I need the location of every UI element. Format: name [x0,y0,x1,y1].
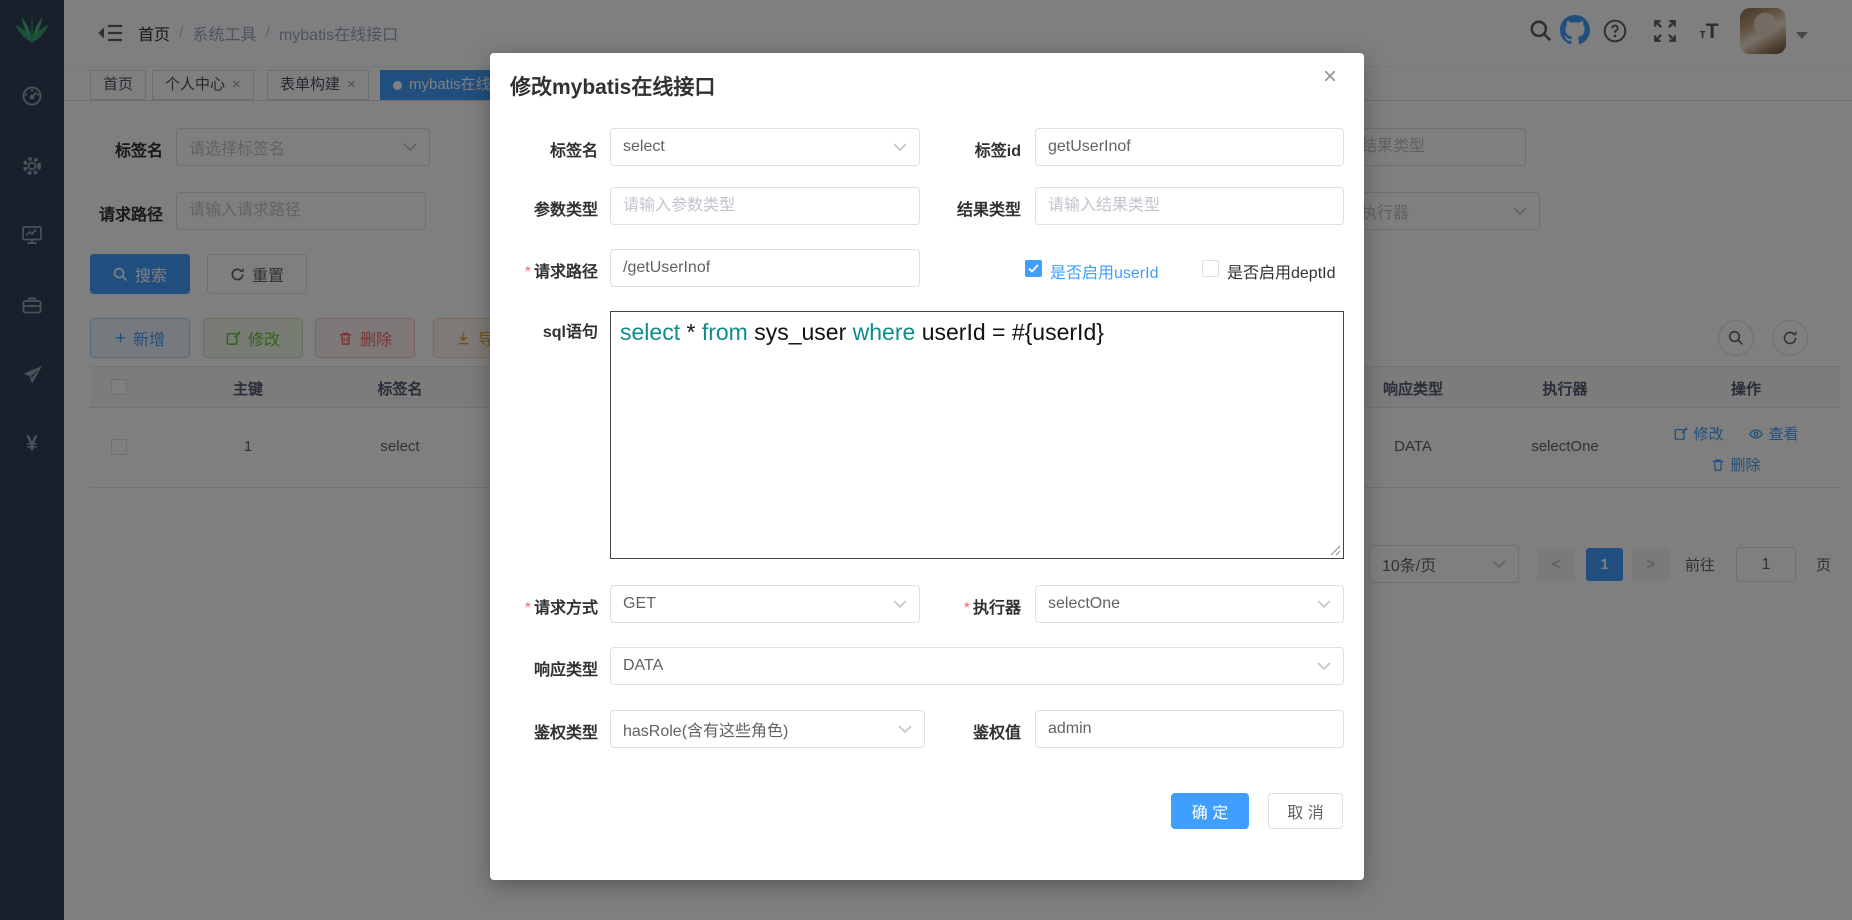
response-type-select[interactable]: DATA [610,647,1344,685]
tag-id-label: 标签id [913,137,1021,161]
required-mark: * [525,264,531,281]
dialog-close-icon[interactable]: × [1323,63,1337,91]
auth-type-label: 鉴权类型 [490,719,598,743]
auth-type-select[interactable]: hasRole(含有这些角色) [610,710,925,748]
chevron-down-icon [1317,600,1331,609]
sql-text: userId = #{userId} [915,319,1104,345]
enable-userid-label[interactable]: 是否启用userId [1050,259,1158,283]
label-text: 执行器 [973,600,1021,617]
enable-userid-checkbox[interactable] [1025,260,1042,277]
sql-text: * [680,319,702,345]
select-value: DATA [623,657,663,675]
sql-editor[interactable]: select * from sys_user where userId = #{… [610,311,1344,559]
select-value: GET [623,595,656,613]
sql-label: sql语句 [490,318,598,342]
response-type-label: 响应类型 [490,656,598,680]
result-type-label: 结果类型 [913,196,1021,220]
sql-keyword: from [702,319,748,345]
path-label: *请求路径 [490,258,598,282]
executor-select[interactable]: selectOne [1035,585,1344,623]
select-value: select [623,138,665,156]
chevron-down-icon [898,725,912,734]
chevron-down-icon [893,600,907,609]
required-mark: * [525,600,531,617]
edit-mybatis-dialog: 修改mybatis在线接口 × 标签名 select 标签id 参数类型 结果类… [490,53,1364,880]
required-mark: * [964,600,970,617]
app-root: ¥ 首页 / 系统工具 / mybatis在线接口 [0,0,1852,920]
sql-keyword: where [853,319,916,345]
method-label: *请求方式 [490,594,598,618]
chevron-down-icon [893,143,907,152]
auth-value-label: 鉴权值 [913,719,1021,743]
label-text: 请求路径 [534,264,598,281]
enable-deptid-checkbox[interactable] [1202,260,1219,277]
method-select[interactable]: GET [610,585,920,623]
select-value: hasRole(含有这些角色) [623,717,788,741]
param-type-input[interactable] [610,187,920,225]
tag-name-select[interactable]: select [610,128,920,166]
confirm-button[interactable]: 确 定 [1171,793,1249,829]
label-text: 请求方式 [534,600,598,617]
check-icon [1026,261,1041,276]
result-type-input[interactable] [1035,187,1344,225]
executor-label: *执行器 [913,594,1021,618]
resize-handle[interactable] [1329,544,1341,556]
dialog-title: 修改mybatis在线接口 [510,71,715,101]
sql-text: sys_user [748,319,853,345]
auth-value-input[interactable] [1035,710,1344,748]
tag-name-label: 标签名 [490,137,598,161]
tag-id-input[interactable] [1035,128,1344,166]
path-input[interactable] [610,249,920,287]
chevron-down-icon [1317,662,1331,671]
cancel-button[interactable]: 取 消 [1268,793,1343,829]
sql-keyword: select [620,319,680,345]
select-value: selectOne [1048,595,1120,613]
param-type-label: 参数类型 [490,196,598,220]
enable-deptid-label[interactable]: 是否启用deptId [1227,259,1336,283]
